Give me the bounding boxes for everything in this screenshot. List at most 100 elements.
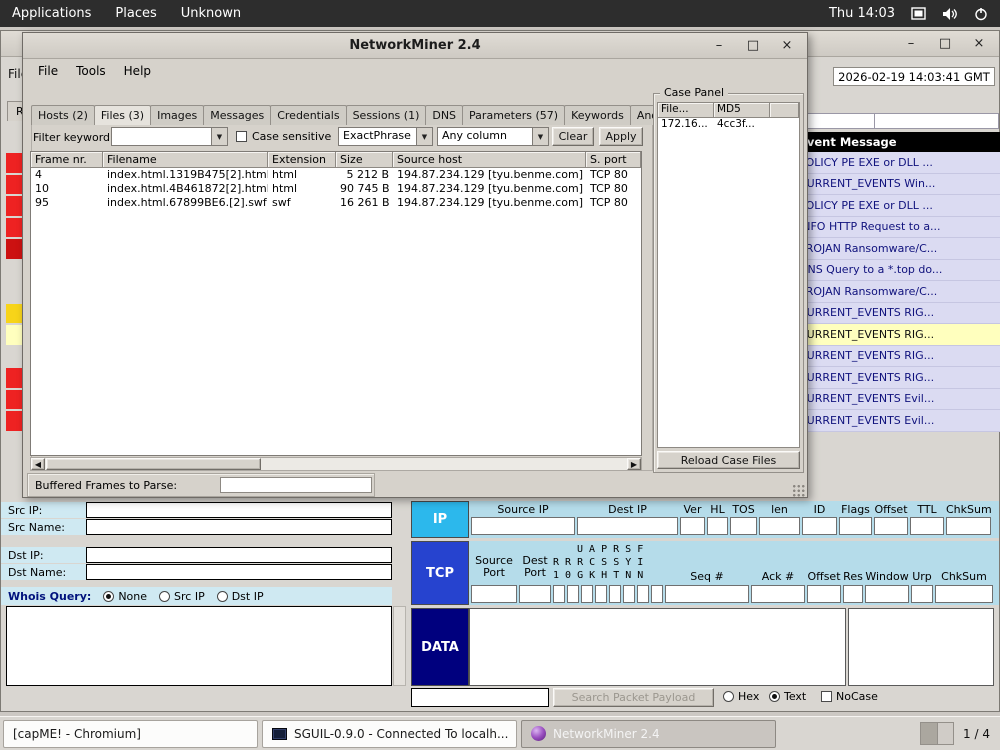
pager-cell-active[interactable]	[921, 723, 938, 744]
chevron-down-icon[interactable]: ▼	[416, 128, 432, 145]
chevron-down-icon[interactable]: ▼	[532, 128, 548, 145]
whois-option-none[interactable]: None	[103, 590, 147, 603]
event-row[interactable]: POLICY PE EXE or DLL ...	[794, 152, 1000, 174]
tab-parameters-57[interactable]: Parameters (57)	[462, 105, 565, 125]
tab-keywords[interactable]: Keywords	[564, 105, 631, 125]
src-name-field[interactable]	[86, 519, 392, 535]
whois-scrollbar[interactable]	[393, 606, 406, 686]
whois-option-src-ip[interactable]: Src IP	[159, 590, 205, 603]
case-column-md5[interactable]: MD5	[714, 103, 770, 118]
clear-button[interactable]: Clear	[552, 127, 594, 146]
hex-option[interactable]: Hex	[723, 690, 759, 703]
text-option[interactable]: Text	[769, 690, 806, 703]
scrollbar-track[interactable]	[261, 458, 627, 470]
event-row[interactable]: TROJAN Ransomware/C...	[794, 238, 1000, 260]
src-ip-field[interactable]	[86, 502, 392, 518]
event-status-cell[interactable]	[6, 303, 22, 325]
event-status-cell[interactable]	[6, 217, 22, 239]
close-icon[interactable]: ×	[779, 38, 795, 54]
panel-menu-unknown[interactable]: Unknown	[169, 0, 253, 27]
scrollbar-thumb[interactable]	[46, 458, 261, 470]
menu-tools[interactable]: Tools	[67, 61, 115, 81]
event-row[interactable]: CURRENT_EVENTS RIG...	[794, 303, 1000, 325]
panel-menu-places[interactable]: Places	[103, 0, 168, 27]
case-sensitive-checkbox[interactable]: Case sensitive	[236, 130, 331, 143]
column-header-s-port[interactable]: S. port	[586, 152, 641, 168]
payload-search-input[interactable]	[411, 688, 549, 707]
event-status-cell[interactable]	[6, 281, 22, 303]
tab-messages[interactable]: Messages	[203, 105, 271, 125]
tab-anomalies[interactable]: Anomalies	[630, 105, 653, 125]
resize-grip[interactable]	[792, 484, 806, 497]
scroll-right-icon[interactable]: ▶	[627, 458, 641, 470]
tab-files-3[interactable]: Files (3)	[94, 105, 151, 125]
table-row[interactable]: 95index.html.67899BE6.[2].swfswf16 261 B…	[31, 196, 641, 210]
event-row[interactable]: TROJAN Ransomware/C...	[794, 281, 1000, 303]
apply-button[interactable]: Apply	[599, 127, 643, 146]
event-status-cell[interactable]	[6, 410, 22, 432]
tab-images[interactable]: Images	[150, 105, 204, 125]
taskbar-item-networkminer-2-4[interactable]: NetworkMiner 2.4	[521, 720, 776, 748]
event-status-cell[interactable]	[6, 346, 22, 368]
column-combobox[interactable]: Any column ▼	[437, 127, 549, 146]
workspace-pager[interactable]: 1 / 4	[920, 722, 997, 745]
column-header-frame-nr[interactable]: Frame nr.	[31, 152, 103, 168]
event-row[interactable]: CURRENT_EVENTS RIG...	[794, 367, 1000, 389]
event-status-cell[interactable]	[6, 367, 22, 389]
event-status-cell[interactable]	[6, 152, 22, 174]
power-icon[interactable]	[974, 7, 988, 21]
case-column-file[interactable]: File...	[658, 103, 714, 118]
pager-grid[interactable]	[920, 722, 954, 745]
pager-cell[interactable]	[938, 723, 954, 744]
volume-icon[interactable]	[942, 7, 958, 21]
event-row[interactable]: CURRENT_EVENTS RIG...	[794, 324, 1000, 346]
table-row[interactable]: 10index.html.4B461872[2].htmlhtml90 745 …	[31, 182, 641, 196]
scroll-left-icon[interactable]: ◀	[31, 458, 45, 470]
tab-hosts-2[interactable]: Hosts (2)	[31, 105, 95, 125]
nocase-option[interactable]: NoCase	[821, 690, 878, 703]
minimize-icon[interactable]: –	[903, 36, 919, 52]
event-status-cell[interactable]	[6, 389, 22, 411]
filter-keyword-combobox[interactable]: ▼	[111, 127, 228, 146]
event-row[interactable]: CURRENT_EVENTS RIG...	[794, 346, 1000, 368]
event-message-column-header[interactable]: Event Message	[794, 132, 1000, 152]
close-icon[interactable]: ×	[971, 36, 987, 52]
menu-help[interactable]: Help	[115, 61, 160, 81]
menu-file[interactable]: File	[29, 61, 67, 81]
horizontal-scrollbar[interactable]: ◀ ▶	[30, 457, 642, 471]
tab-sessions-1[interactable]: Sessions (1)	[346, 105, 427, 125]
chevron-down-icon[interactable]: ▼	[211, 128, 227, 145]
event-status-cell[interactable]	[6, 195, 22, 217]
maximize-icon[interactable]: □	[937, 36, 953, 52]
taskbar-item-capme-chromium[interactable]: [capME! - Chromium]	[3, 720, 258, 748]
match-mode-combobox[interactable]: ExactPhrase ▼	[338, 127, 433, 146]
notification-icon[interactable]	[911, 7, 926, 20]
networkminer-titlebar[interactable]: NetworkMiner 2.4 – □ ×	[23, 33, 807, 59]
event-row[interactable]: DNS Query to a *.top do...	[794, 260, 1000, 282]
dst-name-field[interactable]	[86, 564, 392, 580]
reload-case-files-button[interactable]: Reload Case Files	[657, 451, 800, 469]
maximize-icon[interactable]: □	[745, 38, 761, 54]
tab-credentials[interactable]: Credentials	[270, 105, 346, 125]
case-row[interactable]: 172.16...4cc3f...	[658, 118, 799, 132]
tab-dns[interactable]: DNS	[425, 105, 463, 125]
event-status-cell[interactable]	[6, 260, 22, 282]
event-row[interactable]: CURRENT_EVENTS Evil...	[794, 410, 1000, 432]
whois-option-dst-ip[interactable]: Dst IP	[217, 590, 264, 603]
minimize-icon[interactable]: –	[711, 38, 727, 54]
event-status-cell[interactable]	[6, 174, 22, 196]
event-status-cell[interactable]	[6, 238, 22, 260]
dst-ip-field[interactable]	[86, 547, 392, 563]
panel-menu-applications[interactable]: Applications	[0, 0, 103, 27]
column-header-filename[interactable]: Filename	[103, 152, 268, 168]
panel-clock[interactable]: Thu 14:03	[829, 6, 895, 21]
table-row[interactable]: 4index.html.1319B475[2].htmlhtml5 212 B1…	[31, 168, 641, 182]
search-packet-payload-button[interactable]: Search Packet Payload	[553, 688, 714, 707]
taskbar-item-sguil-0-9-0-connected-to-localh[interactable]: SGUIL-0.9.0 - Connected To localh...	[262, 720, 517, 748]
whois-output-area[interactable]	[6, 606, 392, 686]
event-row[interactable]: POLICY PE EXE or DLL ...	[794, 195, 1000, 217]
column-header-source-host[interactable]: Source host	[393, 152, 586, 168]
event-row[interactable]: CURRENT_EVENTS Evil...	[794, 389, 1000, 411]
column-header-size[interactable]: Size	[336, 152, 393, 168]
event-status-cell[interactable]	[6, 324, 22, 346]
